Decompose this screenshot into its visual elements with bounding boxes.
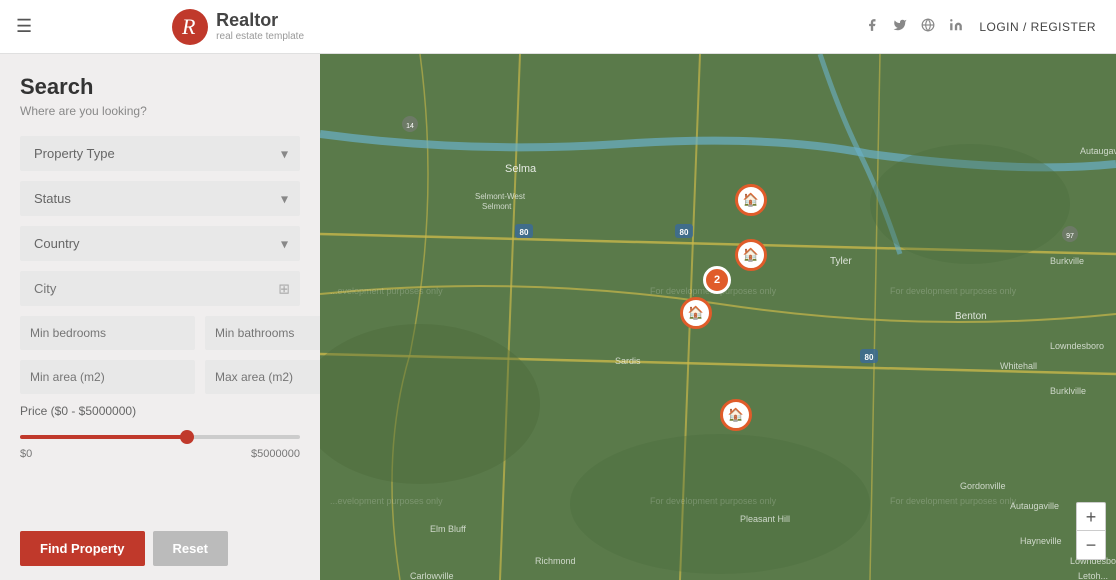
search-title: Search bbox=[20, 74, 300, 100]
property-type-wrapper: Property Type House Apartment Commercial bbox=[20, 136, 300, 171]
svg-text:Whitehall: Whitehall bbox=[1000, 361, 1037, 371]
map-svg: 80 80 80 14 97 Selma Selmont-West Selmon… bbox=[320, 54, 1116, 580]
search-section: Search Where are you looking? Property T… bbox=[0, 54, 320, 521]
svg-text:For development purposes only: For development purposes only bbox=[890, 286, 1017, 296]
facebook-icon[interactable] bbox=[865, 18, 879, 35]
search-subtitle: Where are you looking? bbox=[20, 104, 300, 118]
find-property-button[interactable]: Find Property bbox=[20, 531, 145, 566]
max-area-input[interactable] bbox=[205, 360, 320, 394]
svg-text:...evelopment purposes only: ...evelopment purposes only bbox=[330, 286, 443, 296]
price-slider[interactable] bbox=[20, 435, 300, 439]
price-label: Price ($0 - $5000000) bbox=[20, 404, 300, 418]
svg-text:Selmont: Selmont bbox=[482, 202, 512, 211]
price-max-label: $5000000 bbox=[251, 448, 300, 460]
svg-text:...evelopment purposes only: ...evelopment purposes only bbox=[330, 496, 443, 506]
svg-text:Autaugaville: Autaugaville bbox=[1010, 501, 1059, 511]
svg-text:Tyler: Tyler bbox=[830, 256, 852, 267]
status-wrapper: Status For Sale For Rent bbox=[20, 181, 300, 216]
svg-text:Burkville: Burkville bbox=[1050, 256, 1084, 266]
svg-text:Pleasant Hill: Pleasant Hill bbox=[740, 514, 790, 524]
map-pin-3[interactable]: 🏠 bbox=[680, 297, 712, 329]
price-range-labels: $0 $5000000 bbox=[20, 448, 300, 460]
zoom-out-button[interactable]: − bbox=[1077, 531, 1105, 559]
svg-text:Richmond: Richmond bbox=[535, 556, 576, 566]
svg-text:For development purposes only: For development purposes only bbox=[890, 496, 1017, 506]
logo-subtitle: real estate template bbox=[216, 31, 304, 42]
svg-text:Sardis: Sardis bbox=[615, 356, 641, 366]
svg-text:80: 80 bbox=[520, 228, 529, 237]
sidebar: ☰ R Realtor real estate template Search … bbox=[0, 0, 320, 580]
country-select[interactable]: Country USA UK bbox=[20, 226, 300, 261]
area-row bbox=[20, 360, 300, 394]
zoom-in-button[interactable]: + bbox=[1077, 503, 1105, 531]
svg-text:Selmont-West: Selmont-West bbox=[475, 192, 526, 201]
logo-title: Realtor bbox=[216, 11, 304, 31]
logo-icon: R bbox=[172, 9, 208, 45]
svg-text:Gordonville: Gordonville bbox=[960, 481, 1006, 491]
min-area-input[interactable] bbox=[20, 360, 195, 394]
logo-text: Realtor real estate template bbox=[216, 11, 304, 42]
svg-text:Elm Bluff: Elm Bluff bbox=[430, 524, 466, 534]
reset-button[interactable]: Reset bbox=[153, 531, 228, 566]
price-min-label: $0 bbox=[20, 448, 32, 460]
svg-text:For development purposes only: For development purposes only bbox=[650, 496, 777, 506]
min-bedrooms-input[interactable] bbox=[20, 316, 195, 350]
svg-text:Burklville: Burklville bbox=[1050, 386, 1086, 396]
svg-text:R: R bbox=[181, 14, 196, 39]
svg-text:80: 80 bbox=[865, 353, 874, 362]
map-area: LOGIN / REGISTER bbox=[320, 0, 1116, 580]
svg-text:Benton: Benton bbox=[955, 311, 987, 322]
city-wrapper: ⊞ bbox=[20, 271, 300, 306]
svg-text:Autaugaville: Autaugaville bbox=[1080, 146, 1116, 156]
status-select[interactable]: Status For Sale For Rent bbox=[20, 181, 300, 216]
svg-text:Letoh...: Letoh... bbox=[1078, 571, 1108, 580]
map-pin-2[interactable]: 🏠 bbox=[735, 239, 767, 271]
property-type-select[interactable]: Property Type House Apartment Commercial bbox=[20, 136, 300, 171]
social-icons bbox=[865, 18, 963, 35]
svg-text:Selma: Selma bbox=[505, 163, 537, 175]
city-input[interactable] bbox=[20, 271, 300, 306]
map-pin-4[interactable]: 🏠 bbox=[720, 399, 752, 431]
svg-text:Carlowville: Carlowville bbox=[410, 571, 454, 580]
map-background[interactable]: 80 80 80 14 97 Selma Selmont-West Selmon… bbox=[320, 54, 1116, 580]
sidebar-top-bar: ☰ R Realtor real estate template bbox=[0, 0, 320, 54]
bottom-buttons: Find Property Reset bbox=[0, 521, 320, 580]
price-slider-wrapper bbox=[20, 426, 300, 444]
linkedin-icon[interactable] bbox=[949, 18, 963, 35]
bed-bath-row bbox=[20, 316, 300, 350]
svg-text:97: 97 bbox=[1066, 233, 1074, 240]
svg-text:Hayneville: Hayneville bbox=[1020, 536, 1062, 546]
zoom-control: + − bbox=[1076, 502, 1106, 560]
map-pin-cluster[interactable]: 2 bbox=[703, 266, 735, 298]
login-register-link[interactable]: LOGIN / REGISTER bbox=[979, 20, 1096, 34]
svg-text:Lowndesboro: Lowndesboro bbox=[1050, 341, 1104, 351]
logo-area: R Realtor real estate template bbox=[172, 9, 304, 45]
svg-text:80: 80 bbox=[680, 228, 689, 237]
location-icon: ⊞ bbox=[278, 280, 290, 297]
map-pin-1[interactable]: 🏠 bbox=[735, 184, 767, 216]
menu-icon[interactable]: ☰ bbox=[16, 16, 32, 37]
country-wrapper: Country USA UK bbox=[20, 226, 300, 261]
svg-text:14: 14 bbox=[406, 123, 414, 130]
twitter-icon[interactable] bbox=[893, 18, 907, 35]
min-bathrooms-input[interactable] bbox=[205, 316, 320, 350]
globe-icon[interactable] bbox=[921, 18, 935, 35]
nav-bar: LOGIN / REGISTER bbox=[320, 0, 1116, 54]
